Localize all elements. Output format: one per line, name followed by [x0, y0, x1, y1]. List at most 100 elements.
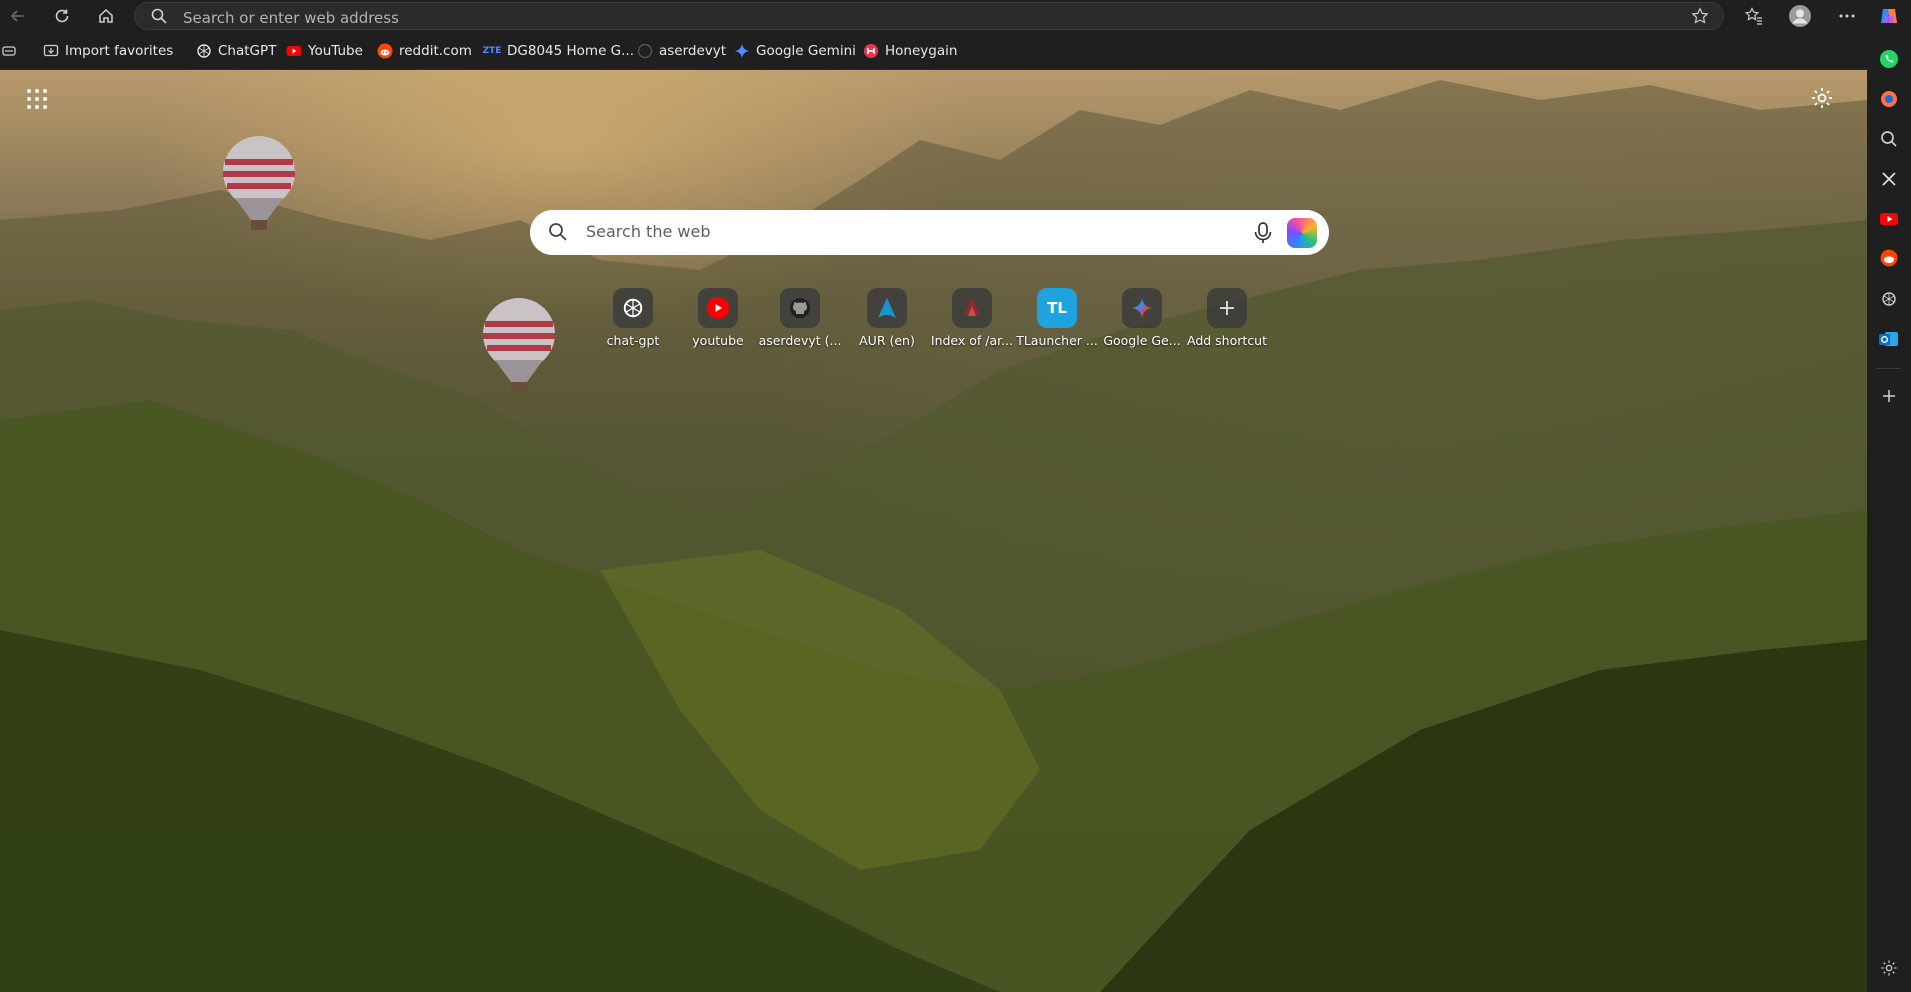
sidebar-chatgpt[interactable] — [1877, 287, 1901, 311]
shortcut-index-of[interactable]: Index of /ar... — [929, 288, 1015, 358]
shortcut-label: Google Ge... — [1103, 333, 1181, 348]
favorites-list-icon — [1744, 7, 1762, 25]
search-icon — [1881, 131, 1897, 147]
fav-label: Honeygain — [885, 43, 958, 59]
favorites-bar-toggle[interactable] — [2, 41, 16, 61]
sidebar-x[interactable] — [1877, 167, 1901, 191]
copilot-icon — [1881, 9, 1897, 23]
balloon-graphic — [223, 136, 295, 230]
plus-icon: + — [1207, 288, 1247, 328]
web-search-box[interactable]: Search the web — [530, 210, 1329, 255]
sidebar-outlook[interactable] — [1877, 327, 1901, 351]
reddit-icon — [377, 43, 393, 59]
profile-button[interactable] — [1786, 2, 1814, 30]
search-placeholder: Search the web — [586, 222, 711, 241]
sidebar-extension[interactable] — [1877, 87, 1901, 111]
microphone-icon[interactable] — [1252, 221, 1274, 245]
fav-google-gemini[interactable]: Google Gemini — [734, 41, 856, 61]
new-tab-page: Search the web chat-gpt youtube aserdevy… — [0, 70, 1867, 992]
shortcut-label: youtube — [692, 333, 744, 348]
arch-icon — [867, 288, 907, 328]
avatar — [1789, 5, 1811, 27]
favorites-bar: Import favorites ChatGPT YouTube reddit.… — [0, 32, 1911, 70]
shortcut-label: Index of /ar... — [930, 333, 1014, 348]
favorite-star-icon[interactable] — [1691, 7, 1709, 25]
shortcut-tlauncher[interactable]: TL TLauncher ... — [1014, 288, 1100, 358]
honeygain-icon — [864, 44, 878, 58]
shortcut-youtube[interactable]: youtube — [675, 288, 761, 358]
gemini-icon — [734, 43, 750, 59]
sidebar-search[interactable] — [1877, 127, 1901, 151]
address-bar-placeholder: Search or enter web address — [183, 9, 399, 27]
x-twitter-icon — [1882, 172, 1896, 186]
home-button[interactable] — [93, 3, 119, 29]
search-icon — [151, 8, 167, 24]
plus-icon — [1883, 390, 1895, 402]
refresh-icon — [55, 9, 69, 23]
sidebar-whatsapp[interactable] — [1877, 47, 1901, 71]
more-dots-icon — [1839, 14, 1855, 18]
shortcut-label: AUR (en) — [859, 333, 915, 348]
fav-honeygain[interactable]: Honeygain — [863, 41, 957, 61]
chatgpt-icon — [613, 288, 653, 328]
chatgpt-icon — [1882, 292, 1896, 306]
youtube-icon — [286, 46, 302, 56]
balloon-graphic — [483, 298, 555, 392]
chatgpt-icon — [197, 44, 211, 58]
tlauncher-icon: TL — [1037, 288, 1077, 328]
zte-icon: ZTE — [482, 46, 502, 56]
fav-label: Google Gemini — [756, 43, 856, 59]
whatsapp-icon — [1880, 50, 1898, 68]
fav-aserdevyt[interactable]: aserdevyt — [637, 41, 726, 61]
sidebar-reddit[interactable] — [1877, 246, 1901, 270]
fav-dg8045[interactable]: ZTE DG8045 Home G... — [483, 41, 634, 61]
youtube-icon — [698, 288, 738, 328]
fav-label: DG8045 Home G... — [507, 43, 634, 59]
fav-youtube[interactable]: YouTube — [286, 41, 363, 61]
shortcut-label: TLauncher ... — [1016, 333, 1098, 348]
fav-label: YouTube — [308, 43, 363, 59]
reddit-icon — [1880, 249, 1898, 267]
sidebar-settings-button[interactable] — [1877, 956, 1901, 980]
copilot-search-icon[interactable] — [1287, 218, 1317, 248]
sidebar-divider — [1877, 368, 1901, 369]
back-arrow-icon — [10, 10, 24, 22]
shortcut-google-gemini[interactable]: Google Ge... — [1099, 288, 1185, 358]
app-grid-icon — [27, 89, 47, 109]
sidebar-add-button[interactable] — [1877, 384, 1901, 408]
fav-label: reddit.com — [399, 43, 472, 59]
add-shortcut-button[interactable]: + Add shortcut — [1184, 288, 1270, 358]
shortcut-aur[interactable]: AUR (en) — [844, 288, 930, 358]
browser-toolbar: Search or enter web address — [0, 0, 1911, 32]
gemini-icon — [1122, 288, 1162, 328]
fav-import-favorites[interactable]: Import favorites — [43, 41, 173, 61]
fav-label: Import favorites — [65, 43, 174, 59]
fav-chatgpt[interactable]: ChatGPT — [196, 41, 276, 61]
fav-reddit[interactable]: reddit.com — [377, 41, 472, 61]
github-icon — [780, 288, 820, 328]
refresh-button[interactable] — [49, 3, 75, 29]
index-icon — [952, 288, 992, 328]
shortcut-chat-gpt[interactable]: chat-gpt — [590, 288, 676, 358]
shortcut-aserdevyt[interactable]: aserdevyt (... — [757, 288, 843, 358]
hot-air-balloon-image — [221, 136, 297, 236]
address-bar[interactable]: Search or enter web address — [134, 2, 1724, 30]
favorites-button[interactable] — [1741, 3, 1767, 29]
back-button[interactable] — [5, 3, 31, 29]
hot-air-balloon-image — [481, 298, 557, 398]
apps-launcher-button[interactable] — [26, 88, 48, 114]
edge-sidebar — [1867, 32, 1911, 992]
fav-label: ChatGPT — [218, 43, 277, 59]
fav-label: aserdevyt — [659, 43, 727, 59]
gear-icon — [1812, 88, 1832, 108]
search-icon — [549, 223, 567, 241]
gear-icon — [1881, 960, 1897, 976]
sidebar-youtube[interactable] — [1877, 207, 1901, 231]
bookmark-bar-icon — [2, 46, 16, 56]
page-settings-button[interactable] — [1810, 86, 1834, 114]
shortcut-label: Add shortcut — [1187, 333, 1267, 348]
more-options-button[interactable] — [1834, 3, 1860, 29]
import-icon — [43, 44, 59, 57]
youtube-icon — [1880, 213, 1898, 225]
copilot-button[interactable] — [1876, 3, 1902, 29]
